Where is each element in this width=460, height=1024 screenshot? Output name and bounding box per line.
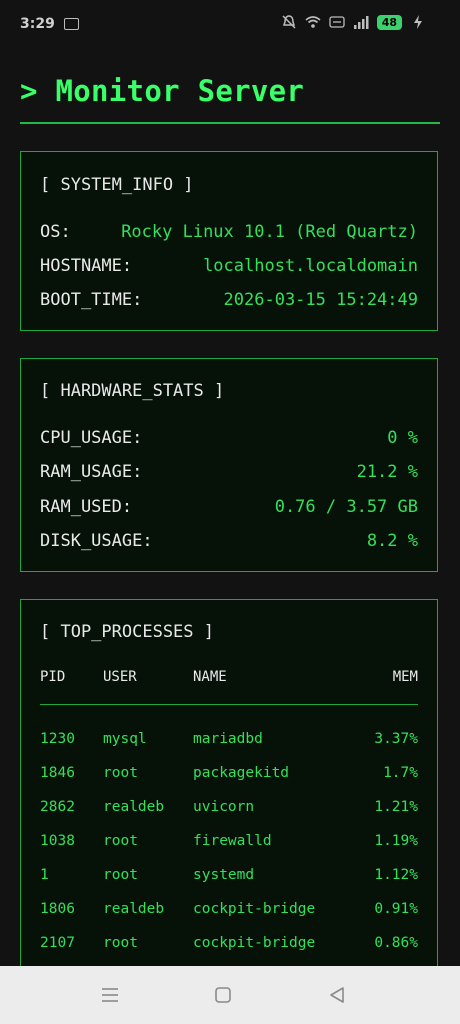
- page-title: > Monitor Server: [20, 74, 305, 108]
- process-name: uvicorn: [193, 799, 255, 815]
- process-mem: 1.12%: [374, 867, 418, 883]
- boot-time-row: BOOT_TIME: 2026-03-15 15:24:49: [40, 290, 418, 310]
- signal-icon: [353, 16, 369, 29]
- process-pid: 1038: [40, 833, 75, 849]
- process-mem: 0.86%: [374, 935, 418, 951]
- process-user: root: [103, 833, 138, 849]
- process-mem: 3.37%: [374, 731, 418, 747]
- system-info-panel: [ SYSTEM_INFO ] OS: Rocky Linux 10.1 (Re…: [20, 151, 438, 331]
- process-mem: 1.19%: [374, 833, 418, 849]
- process-name: mariadbd: [193, 731, 263, 747]
- wifi-icon: [305, 16, 321, 28]
- cpu-usage-value: 0 %: [387, 428, 418, 448]
- status-icons: 48: [281, 14, 426, 30]
- ram-usage-value: 21.2 %: [356, 462, 418, 482]
- system-info-title: [ SYSTEM_INFO ]: [40, 175, 194, 195]
- process-pid: 1806: [40, 901, 75, 917]
- disk-usage-value: 8.2 %: [366, 531, 418, 551]
- process-pid: 2107: [40, 935, 75, 951]
- os-row: OS: Rocky Linux 10.1 (Red Quartz): [40, 222, 418, 242]
- boot-time-label: BOOT_TIME:: [40, 290, 143, 310]
- disk-usage-row: DISK_USAGE: 8.2 %: [40, 531, 418, 551]
- table-header-divider: [40, 704, 418, 705]
- disk-usage-label: DISK_USAGE:: [40, 531, 153, 551]
- hostname-label: HOSTNAME:: [40, 256, 133, 276]
- battery-icon: 48: [376, 14, 402, 30]
- process-pid: 1: [40, 867, 49, 883]
- process-user: root: [103, 867, 138, 883]
- process-pid: 2862: [40, 799, 75, 815]
- process-name: cockpit-bridge: [193, 935, 316, 951]
- volte-icon: [329, 16, 345, 28]
- ram-used-value: 0.76 / 3.57 GB: [274, 497, 418, 517]
- charging-icon: [414, 15, 422, 29]
- cpu-usage-label: CPU_USAGE:: [40, 428, 143, 448]
- ram-used-label: RAM_USED:: [40, 497, 133, 517]
- process-user: mysql: [103, 731, 147, 747]
- process-mem: 1.7%: [383, 765, 418, 781]
- ram-usage-label: RAM_USAGE:: [40, 462, 143, 482]
- process-name: systemd: [193, 867, 255, 883]
- ram-usage-row: RAM_USAGE: 21.2 %: [40, 462, 418, 482]
- process-mem: 1.21%: [374, 799, 418, 815]
- column-header-name: NAME: [193, 669, 227, 685]
- os-label: OS:: [40, 222, 71, 242]
- process-mem: 0.91%: [374, 901, 418, 917]
- process-name: cockpit-bridge: [193, 901, 316, 917]
- hardware-stats-panel: [ HARDWARE_STATS ] CPU_USAGE: 0 % RAM_US…: [20, 358, 438, 572]
- hostname-value: localhost.localdomain: [203, 256, 418, 276]
- top-processes-title: [ TOP_PROCESSES ]: [40, 622, 214, 642]
- ram-used-row: RAM_USED: 0.76 / 3.57 GB: [40, 497, 418, 517]
- dnd-icon: [282, 15, 296, 29]
- cpu-usage-row: CPU_USAGE: 0 %: [40, 428, 418, 448]
- status-bar: 3:29 48: [0, 0, 460, 50]
- back-icon[interactable]: [328, 986, 346, 1004]
- process-user: realdeb: [103, 901, 165, 917]
- hardware-stats-title: [ HARDWARE_STATS ]: [40, 381, 225, 401]
- home-icon[interactable]: [214, 986, 232, 1004]
- process-name: packagekitd: [193, 765, 290, 781]
- process-user: root: [103, 935, 138, 951]
- column-header-mem: MEM: [392, 669, 418, 685]
- top-processes-panel: [ TOP_PROCESSES ] PID USER NAME MEM 1230…: [20, 599, 438, 979]
- navigation-bar: [0, 966, 460, 1024]
- title-divider: [20, 122, 440, 124]
- column-header-user: USER: [103, 669, 137, 685]
- process-name: firewalld: [193, 833, 272, 849]
- menu-icon[interactable]: [101, 986, 119, 1004]
- process-pid: 1846: [40, 765, 75, 781]
- image-icon: [64, 18, 79, 30]
- process-user: root: [103, 765, 138, 781]
- os-value: Rocky Linux 10.1 (Red Quartz): [121, 222, 418, 242]
- column-header-pid: PID: [40, 669, 66, 685]
- hostname-row: HOSTNAME: localhost.localdomain: [40, 256, 418, 276]
- boot-time-value: 2026-03-15 15:24:49: [223, 290, 418, 310]
- process-pid: 1230: [40, 731, 75, 747]
- status-time: 3:29: [20, 16, 55, 32]
- process-user: realdeb: [103, 799, 165, 815]
